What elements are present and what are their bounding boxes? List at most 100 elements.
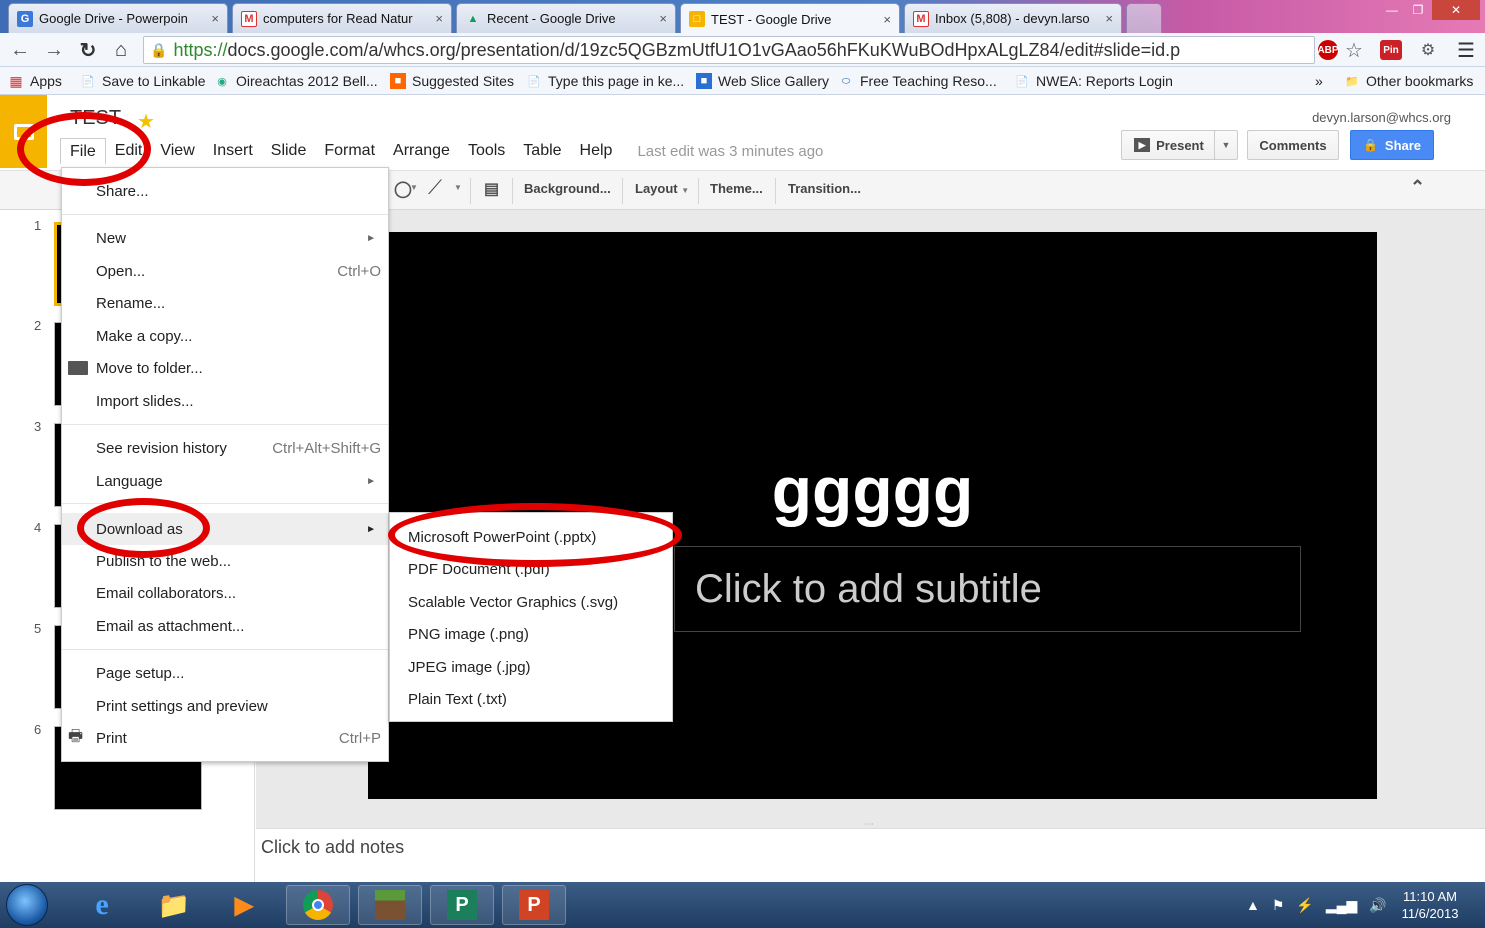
menu-tools[interactable]: Tools: [459, 138, 514, 164]
resize-grip-icon[interactable]: ⋯: [864, 819, 875, 830]
bookmarks-overflow-button[interactable]: »: [1315, 71, 1323, 91]
menu-insert[interactable]: Insert: [204, 138, 262, 164]
power-icon[interactable]: ⚡: [1296, 897, 1313, 914]
menu-item-new[interactable]: New ►: [62, 223, 388, 253]
bookmark-item[interactable]: ⬭ Free Teaching Reso...: [838, 71, 997, 91]
bookmark-item[interactable]: ■ Web Slice Gallery: [696, 71, 829, 91]
account-email[interactable]: devyn.larson@whcs.org: [1312, 110, 1451, 125]
tab-title: computers for Read Natur: [263, 11, 413, 26]
chrome-icon[interactable]: [286, 885, 350, 925]
menu-view[interactable]: View: [151, 138, 203, 164]
slide-subtitle-placeholder[interactable]: Click to add subtitle: [674, 546, 1301, 632]
bookmark-label: Suggested Sites: [412, 73, 514, 89]
menu-item-print[interactable]: 🖶 Print Ctrl+P: [62, 723, 388, 753]
bookmark-item[interactable]: 📄 Type this page in ke...: [526, 71, 684, 91]
menu-item-print-settings[interactable]: Print settings and preview: [62, 691, 388, 721]
speaker-notes[interactable]: ⋯ Click to add notes: [256, 819, 1485, 882]
background-button[interactable]: Background...: [524, 181, 611, 196]
pinterest-extension-icon[interactable]: Pin: [1380, 40, 1402, 60]
menu-item-move-to-folder[interactable]: Move to folder...: [62, 353, 388, 383]
menu-help[interactable]: Help: [571, 138, 622, 164]
menu-item-open[interactable]: Open... Ctrl+O: [62, 256, 388, 286]
menu-item-page-setup[interactable]: Page setup...: [62, 658, 388, 688]
menu-item-rename[interactable]: Rename...: [62, 288, 388, 318]
network-signal-icon[interactable]: ▂▄▆: [1326, 897, 1357, 914]
publisher-icon[interactable]: P: [430, 885, 494, 925]
present-dropdown-button[interactable]: ▼: [1214, 130, 1238, 160]
line-tool-icon[interactable]: ⟋: [428, 177, 442, 200]
caret-down-icon[interactable]: ▼: [454, 183, 462, 192]
powerpoint-icon[interactable]: P: [502, 885, 566, 925]
browser-tab[interactable]: G Google Drive - Powerpoin ×: [8, 3, 228, 33]
action-center-flag-icon[interactable]: ⚑: [1272, 897, 1285, 914]
bookmark-item[interactable]: 📄 Save to Linkable: [80, 71, 205, 91]
menu-item-language[interactable]: Language ►: [62, 466, 388, 496]
taskbar-clock[interactable]: 11:10 AM 11/6/2013: [1390, 888, 1470, 922]
theme-button[interactable]: Theme...: [710, 181, 763, 196]
restore-icon[interactable]: ❐: [1404, 0, 1432, 20]
show-hidden-icons-icon[interactable]: ▲: [1246, 897, 1260, 913]
reload-icon[interactable]: ↻: [76, 38, 100, 62]
menu-item-label: Print settings and preview: [96, 697, 268, 715]
menu-format[interactable]: Format: [315, 138, 384, 164]
address-bar[interactable]: 🔒 https:// docs.google.com/a/whcs.org/pr…: [143, 36, 1315, 64]
present-button[interactable]: ▶ Present: [1121, 130, 1217, 160]
bookmark-item[interactable]: 📄 NWEA: Reports Login: [1014, 71, 1173, 91]
minimize-icon[interactable]: —: [1378, 0, 1406, 20]
windows-start-icon[interactable]: [6, 884, 48, 926]
menu-item-revision-history[interactable]: See revision history Ctrl+Alt+Shift+G: [62, 433, 388, 463]
collapse-chevron-up-icon[interactable]: ⌃: [1410, 177, 1425, 198]
extension-icon[interactable]: ⚙: [1416, 38, 1440, 62]
close-tab-icon[interactable]: ×: [883, 12, 891, 27]
download-txt-option[interactable]: Plain Text (.txt): [408, 691, 507, 708]
menu-item-email-attachment[interactable]: Email as attachment...: [62, 611, 388, 641]
adblock-extension-icon[interactable]: ABP: [1317, 40, 1339, 60]
internet-explorer-icon[interactable]: e: [70, 885, 134, 925]
caret-down-icon[interactable]: ▼: [410, 183, 418, 192]
browser-tab[interactable]: M Inbox (5,808) - devyn.larso ×: [904, 3, 1122, 33]
menu-slide[interactable]: Slide: [262, 138, 316, 164]
file-explorer-icon[interactable]: 📁: [142, 885, 206, 925]
media-player-icon[interactable]: ▶: [212, 885, 276, 925]
menu-table[interactable]: Table: [514, 138, 570, 164]
bookmark-label: Web Slice Gallery: [718, 73, 830, 89]
bookmark-star-icon[interactable]: ☆: [1342, 38, 1366, 62]
back-arrow-icon[interactable]: ←: [8, 38, 32, 62]
volume-icon[interactable]: 🔊: [1369, 897, 1386, 914]
share-button[interactable]: 🔒 Share: [1350, 130, 1434, 160]
forward-arrow-icon[interactable]: →: [42, 38, 66, 62]
comment-box-icon[interactable]: ▤: [484, 179, 499, 199]
browser-tab[interactable]: ▲ Recent - Google Drive ×: [456, 3, 676, 33]
toolbar-divider: [470, 178, 471, 204]
browser-tab[interactable]: M computers for Read Natur ×: [232, 3, 452, 33]
comments-button[interactable]: Comments: [1247, 130, 1339, 160]
menu-item-email-collaborators[interactable]: Email collaborators...: [62, 578, 388, 608]
bookmark-apps[interactable]: ▦ Apps: [8, 71, 62, 91]
menu-item-make-copy[interactable]: Make a copy...: [62, 321, 388, 351]
last-edit-status[interactable]: Last edit was 3 minutes ago: [637, 143, 823, 160]
download-svg-option[interactable]: Scalable Vector Graphics (.svg): [408, 594, 618, 611]
bookmark-label: Oireachtas 2012 Bell...: [236, 73, 378, 89]
menu-item-label: Share...: [96, 182, 149, 200]
minecraft-icon[interactable]: [358, 885, 422, 925]
bookmark-item[interactable]: ◉ Oireachtas 2012 Bell...: [214, 71, 378, 91]
close-tab-icon[interactable]: ×: [1105, 11, 1113, 26]
close-tab-icon[interactable]: ×: [659, 11, 667, 26]
browser-tab-active[interactable]: □ TEST - Google Drive ×: [680, 3, 900, 34]
other-bookmarks[interactable]: 📁 Other bookmarks: [1344, 71, 1473, 91]
menu-hamburger-icon[interactable]: ☰: [1454, 38, 1478, 62]
menu-item-import-slides[interactable]: Import slides...: [62, 386, 388, 416]
download-jpg-option[interactable]: JPEG image (.jpg): [408, 659, 531, 676]
menu-arrange[interactable]: Arrange: [384, 138, 459, 164]
page-icon: 📄: [81, 75, 95, 88]
close-window-icon[interactable]: ✕: [1432, 0, 1480, 20]
transition-button[interactable]: Transition...: [788, 181, 861, 196]
bookmark-item[interactable]: ■ Suggested Sites: [390, 71, 514, 91]
close-tab-icon[interactable]: ×: [211, 11, 219, 26]
download-png-option[interactable]: PNG image (.png): [408, 626, 529, 643]
submenu-arrow-icon: ►: [366, 523, 376, 535]
home-icon[interactable]: ⌂: [109, 38, 133, 62]
close-tab-icon[interactable]: ×: [435, 11, 443, 26]
new-tab-button[interactable]: [1126, 3, 1162, 33]
layout-button[interactable]: Layout ▼: [635, 181, 689, 196]
